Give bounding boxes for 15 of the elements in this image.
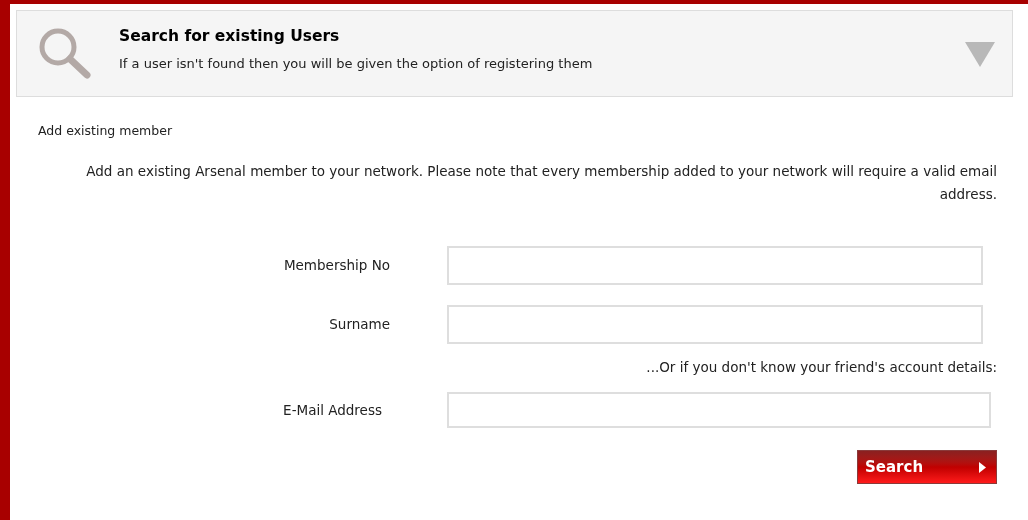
- hint-text: ...Or if you don't know your friend's account details:: [646, 358, 997, 376]
- input-field[interactable]: [447, 246, 983, 285]
- caret-icon: [979, 461, 986, 473]
- collapse-toggle-icon[interactable]: [965, 42, 995, 67]
- field-label: E-Mail Address: [282, 400, 383, 420]
- field-label: Membership No: [282, 256, 390, 276]
- section-title: Add existing member: [38, 123, 174, 139]
- panel-subtitle: If a user isn't found then you will be given the option of registering them: [119, 55, 593, 73]
- input-field[interactable]: [447, 305, 983, 344]
- input-field[interactable]: [447, 392, 991, 428]
- intro-text: Add an existing Arsenal member to your network. Please note that every membership added to your network will require a valid email address.: [85, 162, 997, 204]
- panel-title: Search for existing Users: [119, 26, 341, 46]
- search-icon: [38, 27, 92, 79]
- field-label: Surname: [328, 315, 390, 335]
- search-button[interactable]: Search: [857, 450, 997, 484]
